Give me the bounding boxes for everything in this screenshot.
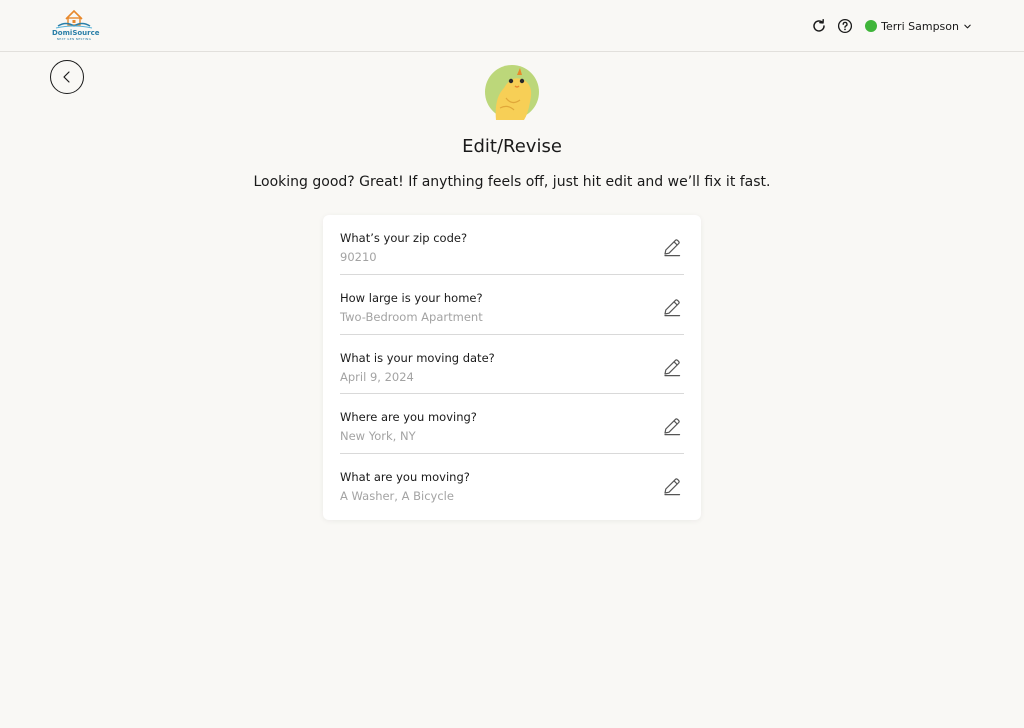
answer-row-destination: Where are you moving? New York, NY xyxy=(340,394,684,455)
help-button[interactable] xyxy=(835,16,855,36)
logo-tagline: NEXT GEN NESTING xyxy=(56,37,92,41)
answer-value: 90210 xyxy=(340,250,377,264)
user-name: Terri Sampson xyxy=(881,19,959,33)
question-label: How large is your home? xyxy=(340,290,483,305)
edit-pencil-icon[interactable] xyxy=(662,416,682,436)
answer-value: Two-Bedroom Apartment xyxy=(340,309,483,324)
page-title: Edit/Revise xyxy=(462,136,562,157)
question-label: Where are you moving? xyxy=(340,410,477,425)
answer-row-home-size: How large is your home? Two-Bedroom Apar… xyxy=(340,275,684,335)
answers-card: What’s your zip code? 90210 How large is… xyxy=(323,215,701,520)
domisource-logo[interactable]: DomiSource NEXT GEN NESTING xyxy=(52,9,100,43)
question-label: What is your moving date? xyxy=(340,350,495,365)
refresh-button[interactable] xyxy=(809,16,829,36)
edit-pencil-icon[interactable] xyxy=(662,357,682,377)
answer-value: New York, NY xyxy=(340,429,416,444)
question-label: What are you moving? xyxy=(340,470,470,485)
answer-value: April 9, 2024 xyxy=(340,369,414,384)
help-icon xyxy=(838,18,853,34)
user-menu[interactable]: Terri Sampson xyxy=(865,20,972,33)
answer-row-moving-date: What is your moving date? April 9, 2024 xyxy=(340,335,684,395)
question-label: What’s your zip code? xyxy=(340,231,468,245)
page-subtitle: Looking good? Great! If anything feels o… xyxy=(253,174,771,190)
mascot-avatar xyxy=(485,65,539,120)
edit-pencil-icon[interactable] xyxy=(662,476,682,496)
chevron-left-icon xyxy=(63,71,70,83)
logo-brand: DomiSource xyxy=(52,29,100,37)
answer-row-zip: What’s your zip code? 90210 xyxy=(340,215,684,275)
top-bar: DomiSource NEXT GEN NESTING Terri Sampso… xyxy=(0,0,1024,52)
chevron-down-icon xyxy=(964,24,971,28)
top-actions: Terri Sampson xyxy=(809,16,972,36)
edit-pencil-icon[interactable] xyxy=(662,297,682,317)
answer-row-items: What are you moving? A Washer, A Bicycle xyxy=(340,454,684,514)
house-logo-icon xyxy=(55,9,93,29)
refresh-icon xyxy=(813,19,825,32)
online-status-icon xyxy=(865,20,878,32)
answer-value: A Washer, A Bicycle xyxy=(340,489,454,504)
edit-pencil-icon[interactable] xyxy=(662,237,682,257)
back-button[interactable] xyxy=(50,60,84,94)
